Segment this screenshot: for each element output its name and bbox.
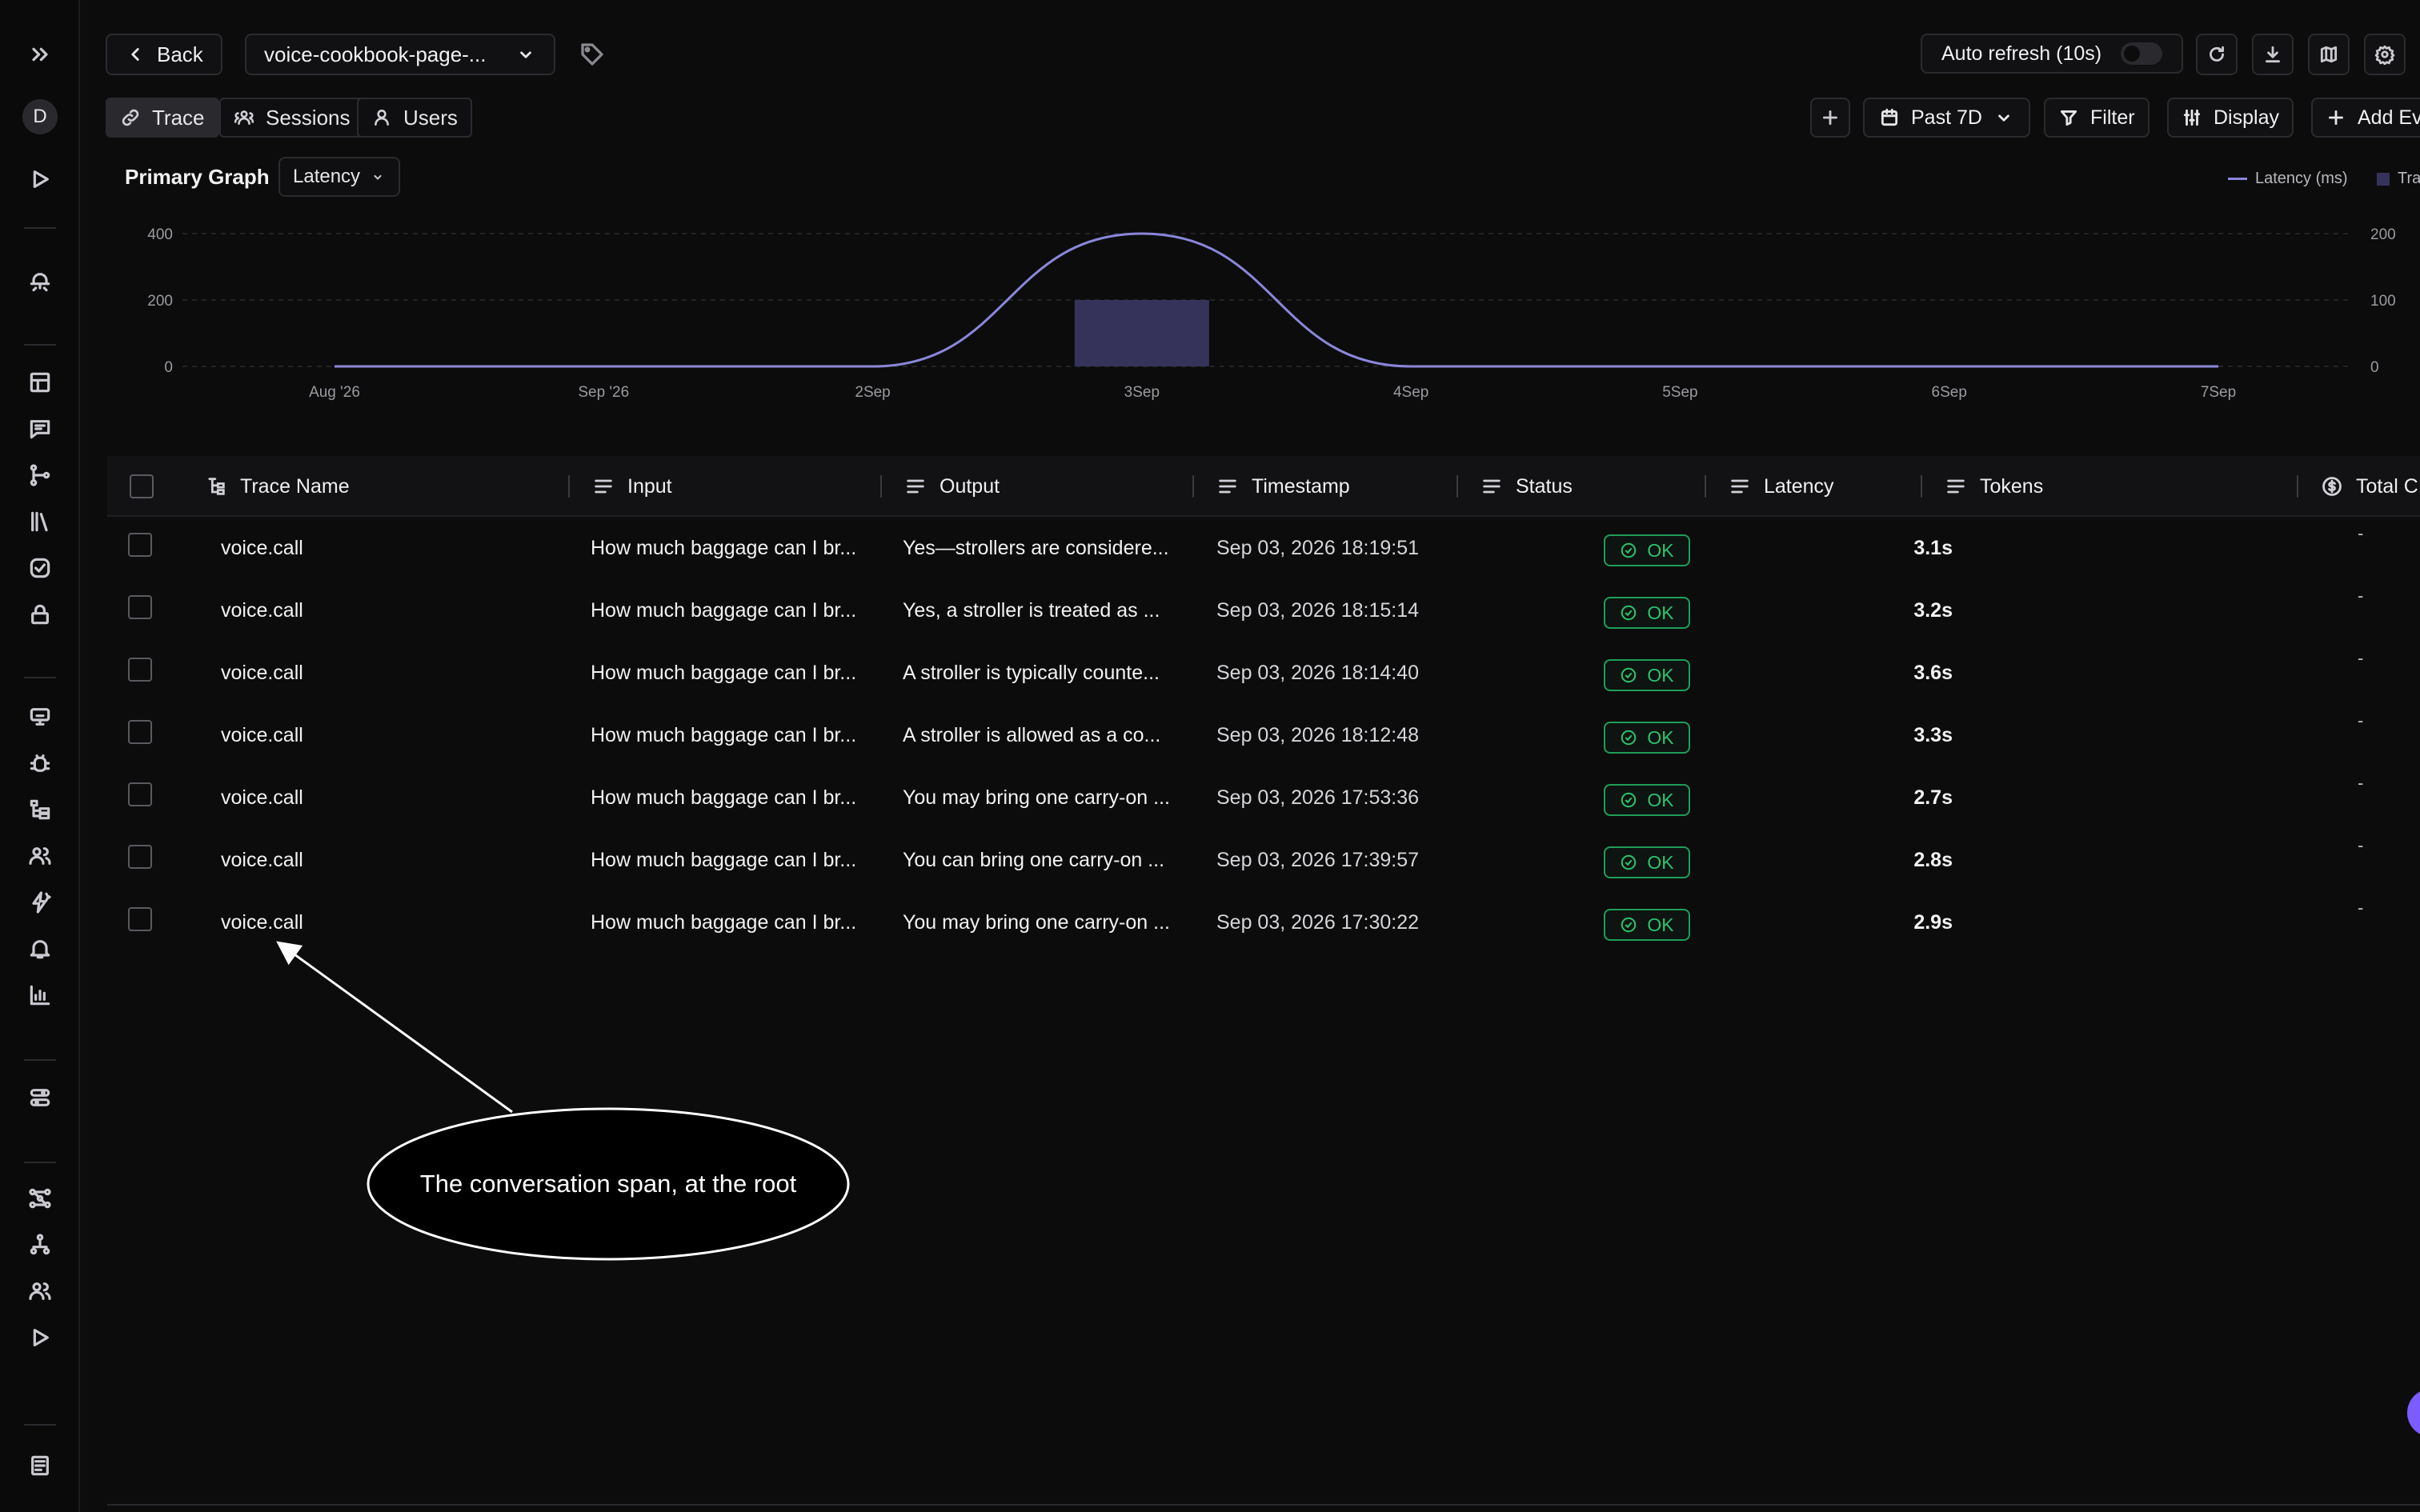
bottom-divider: [107, 1504, 2420, 1506]
annotation-arrow: [276, 941, 513, 1114]
annotation-label: The conversation span, at the root: [419, 1170, 797, 1198]
annotation-overlay: [276, 941, 850, 1261]
app-window: D Back voice-cookbook-page-... Auto refr…: [0, 0, 2420, 1512]
